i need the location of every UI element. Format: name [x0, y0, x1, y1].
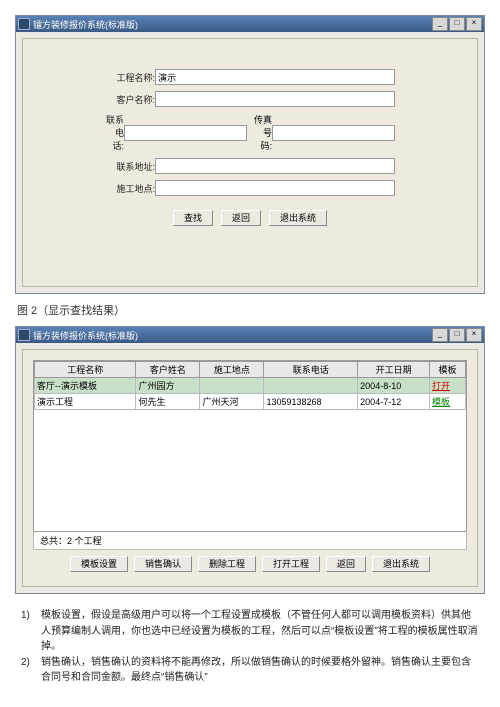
pager-label: 传真号码:: [253, 113, 272, 152]
delete-project-button[interactable]: 删除工程: [198, 556, 256, 572]
footnote-number: 1): [21, 608, 41, 655]
row-action-link[interactable]: 打开: [432, 381, 450, 391]
app-icon: [18, 18, 30, 30]
sales-confirm-button[interactable]: 销售确认: [134, 556, 192, 572]
column-header[interactable]: 开工日期: [358, 362, 430, 378]
footnote-number: 2): [21, 655, 41, 686]
titlebar: 镭方装修报价系统(标准版) _ □ ×: [16, 327, 484, 343]
result-panel: 工程名称客户姓名施工地点联系电话开工日期模板 客厅--演示模板广州园方2004-…: [22, 349, 478, 587]
column-header[interactable]: 工程名称: [35, 362, 136, 378]
close-icon[interactable]: ×: [466, 17, 482, 31]
cell-action: 打开: [430, 378, 466, 394]
cell-site: 广州天河: [200, 394, 264, 410]
search-button[interactable]: 查找: [173, 210, 213, 226]
address-label: 联系地址:: [105, 160, 155, 173]
cell-site: [200, 378, 264, 394]
footnote-text: 模板设置，假设是高级用户可以将一个工程设置成模板（不管任何人都可以调用模板资料）…: [41, 608, 479, 655]
back-button[interactable]: 返回: [221, 210, 261, 226]
column-header[interactable]: 施工地点: [200, 362, 264, 378]
client-name-input[interactable]: [155, 91, 395, 107]
template-settings-button[interactable]: 模板设置: [70, 556, 128, 572]
table-row[interactable]: 演示工程何先生广州天河130591382682004-7-12模板: [35, 394, 466, 410]
cell-action: 模板: [430, 394, 466, 410]
site-label: 施工地点:: [105, 182, 155, 195]
close-icon[interactable]: ×: [466, 328, 482, 342]
cell-phone: 13059138268: [264, 394, 358, 410]
cell-project: 客厅--演示模板: [35, 378, 136, 394]
search-panel: 工程名称: 客户名称: 联系电话: 传真号码: 联系地址:: [22, 38, 478, 287]
client-name-label: 客户名称:: [105, 93, 155, 106]
project-name-label: 工程名称:: [105, 71, 155, 84]
column-header[interactable]: 联系电话: [264, 362, 358, 378]
cell-project: 演示工程: [35, 394, 136, 410]
exit-button[interactable]: 退出系统: [372, 556, 430, 572]
site-input[interactable]: [155, 180, 395, 196]
maximize-icon[interactable]: □: [449, 17, 465, 31]
back-button[interactable]: 返回: [326, 556, 366, 572]
table-row[interactable]: 客厅--演示模板广州园方 2004-8-10打开: [35, 378, 466, 394]
search-window: 镭方装修报价系统(标准版) _ □ × 工程名称: 客户名称: 联系电话:: [15, 15, 485, 294]
cell-date: 2004-8-10: [358, 378, 430, 394]
footnote-item: 2)销售确认，销售确认的资料将不能再修改，所以做销售确认的时候要格外留神。销售确…: [21, 655, 479, 686]
address-input[interactable]: [155, 158, 395, 174]
result-window: 镭方装修报价系统(标准版) _ □ × 工程名称客户姓名施工地点联系电话开工日期…: [15, 326, 485, 594]
result-grid: 工程名称客户姓名施工地点联系电话开工日期模板 客厅--演示模板广州园方2004-…: [33, 360, 467, 532]
row-action-link[interactable]: 模板: [432, 397, 450, 407]
cell-date: 2004-7-12: [358, 394, 430, 410]
app-icon: [18, 329, 30, 341]
window-title: 镭方装修报价系统(标准版): [33, 329, 432, 342]
status-bar: 总共：2 个工程: [33, 532, 467, 550]
minimize-icon[interactable]: _: [432, 17, 448, 31]
maximize-icon[interactable]: □: [449, 328, 465, 342]
cell-phone: [264, 378, 358, 394]
window-title: 镭方装修报价系统(标准版): [33, 18, 432, 31]
pager-input[interactable]: [272, 125, 395, 141]
cell-client: 何先生: [136, 394, 200, 410]
figure-caption: 图 2（显示查找结果）: [17, 302, 485, 318]
open-project-button[interactable]: 打开工程: [262, 556, 320, 572]
phone-input[interactable]: [124, 125, 247, 141]
column-header[interactable]: 模板: [430, 362, 466, 378]
footnotes: 1)模板设置，假设是高级用户可以将一个工程设置成模板（不管任何人都可以调用模板资…: [15, 608, 485, 686]
cell-client: 广州园方: [136, 378, 200, 394]
footnote-item: 1)模板设置，假设是高级用户可以将一个工程设置成模板（不管任何人都可以调用模板资…: [21, 608, 479, 655]
phone-label: 联系电话:: [105, 113, 124, 152]
footnote-text: 销售确认，销售确认的资料将不能再修改，所以做销售确认的时候要格外留神。销售确认主…: [41, 655, 479, 686]
exit-button[interactable]: 退出系统: [269, 210, 327, 226]
column-header[interactable]: 客户姓名: [136, 362, 200, 378]
titlebar: 镭方装修报价系统(标准版) _ □ ×: [16, 16, 484, 32]
minimize-icon[interactable]: _: [432, 328, 448, 342]
project-name-input[interactable]: [155, 69, 395, 85]
